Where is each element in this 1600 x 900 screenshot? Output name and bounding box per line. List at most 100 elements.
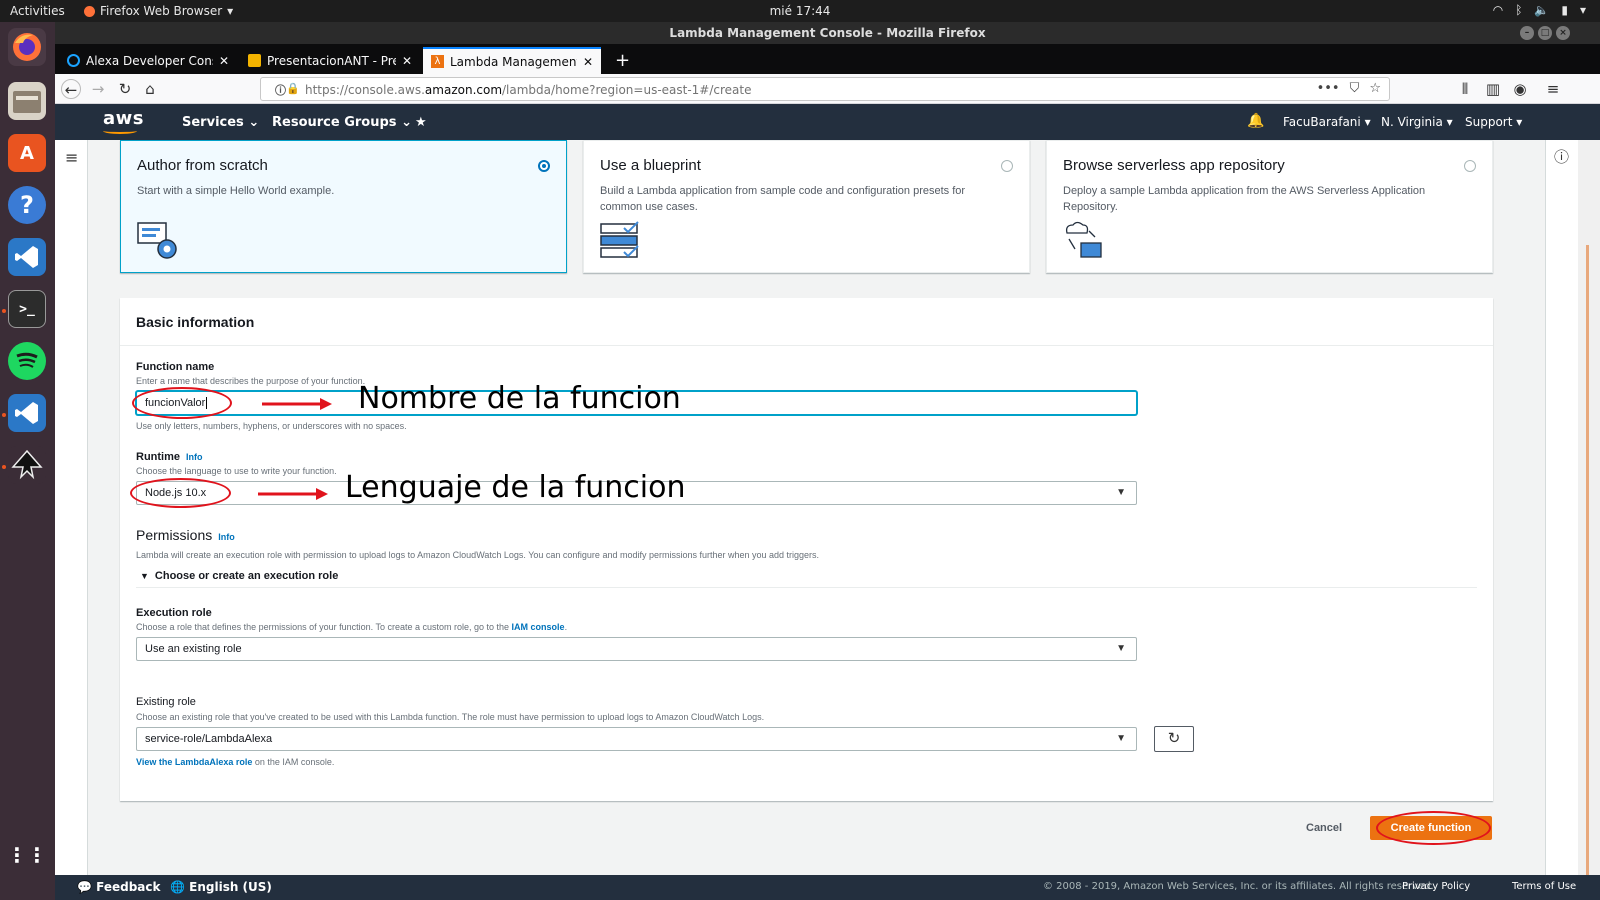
view-role-link[interactable]: View the LambdaAlexa role: [136, 757, 252, 767]
support-menu[interactable]: Support ▾: [1465, 115, 1522, 129]
option-description: Start with a simple Hello World example.: [137, 185, 335, 197]
tab-label: Lambda Management Co: [450, 54, 577, 69]
terminal-launcher-icon[interactable]: >_: [8, 290, 46, 328]
account-icon[interactable]: ◉: [1510, 79, 1530, 99]
reload-icon[interactable]: ↻: [115, 79, 135, 99]
info-panel-icon[interactable]: ⓘ: [1554, 146, 1569, 167]
left-nav-rail: ≡: [55, 140, 88, 875]
tab-alexa[interactable]: Alexa Developer Console ✕: [59, 47, 237, 74]
aws-footer: 💬 Feedback 🌐 English (US) © 2008 - 2019,…: [55, 875, 1600, 900]
scrollbar[interactable]: [1578, 140, 1600, 875]
tab-label: PresentacionANT - Prese: [267, 53, 396, 68]
minimize-icon[interactable]: –: [1520, 26, 1534, 40]
execution-role-select[interactable]: Use an existing role ▼: [136, 637, 1137, 661]
refresh-icon: ↻: [1167, 730, 1181, 747]
pin-icon[interactable]: ★: [415, 115, 427, 130]
option-author-from-scratch[interactable]: Author from scratch Start with a simple …: [120, 140, 567, 273]
function-name-hint: Use only letters, numbers, hyphens, or u…: [136, 421, 407, 431]
alexa-favicon-icon: [67, 54, 80, 67]
inkscape-launcher-icon[interactable]: [8, 446, 46, 484]
files-launcher-icon[interactable]: [8, 82, 46, 120]
account-menu[interactable]: FacuBarafani ▾: [1283, 115, 1371, 129]
show-apps-icon[interactable]: ⋮⋮: [7, 836, 47, 874]
vscode-launcher-icon-2[interactable]: [8, 394, 46, 432]
running-indicator: [2, 309, 6, 313]
radio-unselected[interactable]: [1464, 160, 1476, 172]
pocket-icon[interactable]: ⛉: [1350, 81, 1360, 96]
resource-groups-menu[interactable]: Resource Groups ⌄: [272, 115, 412, 130]
function-name-label: Function name: [136, 361, 215, 373]
language-selector[interactable]: 🌐 English (US): [170, 880, 272, 894]
radio-unselected[interactable]: [1001, 160, 1013, 172]
option-serverless-repo[interactable]: Browse serverless app repository Deploy …: [1046, 140, 1493, 273]
radio-selected[interactable]: [538, 160, 550, 172]
spotify-launcher-icon[interactable]: [8, 342, 46, 380]
option-use-blueprint[interactable]: Use a blueprint Build a Lambda applicati…: [583, 140, 1030, 273]
option-description: Deploy a sample Lambda application from …: [1063, 185, 1426, 213]
execution-role-label: Execution role: [136, 607, 212, 619]
hamburger-menu-icon[interactable]: ≡: [65, 148, 78, 167]
site-info-icon[interactable]: ⓘ: [275, 82, 286, 98]
execution-role-toggle[interactable]: ▼ Choose or create an execution role: [140, 570, 338, 582]
vscode-launcher-icon[interactable]: [8, 238, 46, 276]
wifi-icon: ◠: [1492, 3, 1504, 17]
triangle-down-icon: ▼: [140, 571, 149, 581]
refresh-roles-button[interactable]: ↻: [1154, 726, 1194, 752]
url-bar[interactable]: ⓘ 🔒 https://console.aws.amazon.com/lambd…: [260, 77, 1390, 101]
scrollbar-thumb[interactable]: [1586, 245, 1589, 875]
runtime-description: Choose the language to use to write your…: [136, 466, 337, 476]
close-tab-icon[interactable]: ✕: [402, 54, 412, 68]
author-scratch-icon: [137, 221, 179, 261]
permissions-info-link[interactable]: Info: [218, 532, 235, 542]
existing-role-select[interactable]: service-role/LambdaAlexa ▼: [136, 727, 1137, 751]
new-tab-button[interactable]: +: [607, 47, 638, 74]
panel-header: Basic information: [120, 298, 1493, 346]
help-launcher-icon[interactable]: ?: [8, 186, 46, 224]
bell-icon[interactable]: 🔔: [1247, 113, 1264, 129]
close-icon[interactable]: ×: [1556, 26, 1570, 40]
annotation-arrow-lang: [258, 488, 328, 500]
close-tab-icon[interactable]: ✕: [583, 55, 593, 69]
lambda-favicon-icon: λ: [431, 55, 444, 68]
chevron-down-icon: ⌄: [248, 115, 260, 130]
tab-presentacion[interactable]: PresentacionANT - Prese ✕: [240, 47, 420, 74]
services-menu[interactable]: Services ⌄: [182, 115, 259, 130]
home-icon[interactable]: ⌂: [140, 79, 160, 99]
page-actions-icon[interactable]: •••: [1317, 81, 1340, 96]
clock[interactable]: mié 17:44: [0, 4, 1600, 18]
forward-arrow-icon[interactable]: →: [88, 79, 108, 99]
execution-role-description: Choose a role that defines the permissio…: [136, 622, 568, 632]
app-menu[interactable]: Firefox Web Browser ▾: [84, 4, 233, 18]
tab-bar: Alexa Developer Console ✕ PresentacionAN…: [55, 44, 1600, 74]
system-tray[interactable]: ◠ ᛒ 🔈 ▮ ▾: [1493, 3, 1586, 17]
privacy-policy-link[interactable]: Privacy Policy: [1402, 881, 1470, 892]
annotation-arrow-name: [262, 398, 332, 410]
iam-console-link[interactable]: IAM console: [512, 622, 565, 632]
menu-icon[interactable]: ≡: [1543, 79, 1563, 99]
feedback-button[interactable]: 💬 Feedback: [77, 880, 161, 894]
region-menu[interactable]: N. Virginia ▾: [1381, 115, 1453, 129]
navigation-toolbar: ← → ↻ ⌂ ⓘ 🔒 https://console.aws.amazon.c…: [55, 74, 1600, 104]
option-description: Build a Lambda application from sample c…: [600, 185, 966, 213]
tab-lambda[interactable]: λ Lambda Management Co ✕: [423, 47, 601, 74]
sidebar-icon[interactable]: ▥: [1483, 79, 1503, 99]
library-icon[interactable]: ⫴: [1455, 79, 1475, 99]
ubuntu-top-bar: Activities Firefox Web Browser ▾ mié 17:…: [0, 0, 1600, 22]
dropdown-caret-icon: ▼: [1116, 487, 1126, 498]
firefox-launcher-icon[interactable]: [8, 28, 46, 66]
running-indicator: [2, 465, 6, 469]
url-text: https://console.aws.amazon.com/lambda/ho…: [305, 83, 752, 97]
runtime-info-link[interactable]: Info: [186, 452, 203, 462]
software-center-launcher-icon[interactable]: A: [8, 134, 46, 172]
cancel-button[interactable]: Cancel: [1306, 822, 1342, 834]
aws-logo[interactable]: aws: [103, 108, 144, 134]
window-titlebar: Lambda Management Console - Mozilla Fire…: [55, 22, 1600, 44]
back-arrow-icon[interactable]: ←: [61, 79, 81, 99]
bookmark-star-icon[interactable]: ☆: [1369, 81, 1381, 96]
maximize-icon[interactable]: □: [1538, 26, 1552, 40]
blueprint-icon: [600, 221, 642, 261]
terms-of-use-link[interactable]: Terms of Use: [1512, 881, 1576, 892]
activities-button[interactable]: Activities: [10, 4, 65, 18]
existing-role-label: Existing role: [136, 696, 196, 708]
close-tab-icon[interactable]: ✕: [219, 54, 229, 68]
